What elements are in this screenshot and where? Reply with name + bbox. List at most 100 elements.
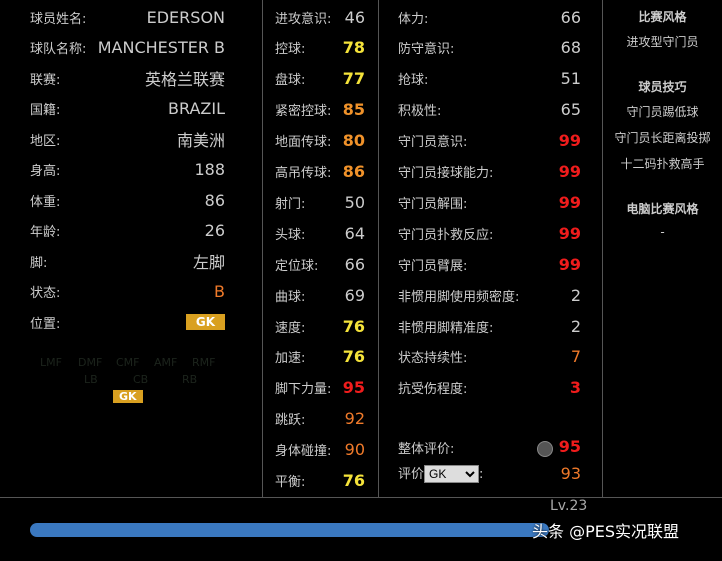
info-value: 86	[204, 190, 225, 210]
stat-label: 地面传球:	[275, 135, 332, 151]
info-label: 国籍:	[30, 103, 61, 118]
stat-row: 射门: 50	[263, 192, 378, 212]
stat-row: 身体碰撞: 90	[263, 440, 378, 460]
stat-row: 积极性: 65	[378, 100, 602, 120]
skill-item: 守门员踢低球	[626, 105, 699, 119]
stat-label: 守门员意识:	[398, 135, 468, 151]
play-style: 进攻型守门员	[626, 35, 699, 49]
stat-label: 非惯用脚使用频密度:	[398, 289, 520, 305]
info-value: 英格兰联赛	[144, 70, 225, 89]
stat-label: 跳跃:	[275, 413, 306, 429]
position-label: CB	[133, 373, 149, 386]
stat-value: 69	[344, 285, 365, 305]
info-row: 体重: 86	[0, 190, 261, 210]
stat-row: 非惯用脚精准度: 2	[378, 316, 602, 336]
info-label: 年龄:	[30, 225, 61, 240]
skills-title: 球员技巧	[638, 80, 687, 94]
stat-row: 控球: 78	[263, 38, 378, 58]
stat-value: 2	[570, 285, 581, 305]
stat-row: 盘球: 77	[263, 69, 378, 89]
stat-row: 进攻意识: 46	[263, 7, 378, 27]
stat-value: 68	[560, 38, 581, 58]
stat-row: 平衡: 76	[263, 471, 378, 491]
com-style-title: 电脑比赛风格	[626, 202, 699, 216]
stat-row: 定位球: 66	[263, 254, 378, 274]
info-value: EDERSON	[146, 7, 225, 27]
info-row: 脚: 左脚	[0, 251, 261, 272]
stat-label: 积极性:	[398, 104, 442, 120]
stat-value: 99	[558, 162, 581, 181]
stat-row: 状态持续性: 7	[378, 347, 602, 367]
stat-label: 速度:	[275, 320, 306, 336]
stat-row: 守门员臂展: 99	[378, 254, 602, 274]
stat-value: 51	[560, 69, 581, 89]
info-label: 联赛:	[30, 72, 61, 88]
stat-label: 射门:	[275, 196, 306, 212]
info-row: 地区: 南美洲	[0, 129, 261, 150]
stat-row: 守门员解围: 99	[378, 192, 602, 212]
stat-value: 2	[570, 316, 581, 336]
position-label: RB	[182, 373, 198, 386]
stat-value: 99	[558, 131, 581, 151]
stat-row: 加速: 76	[263, 347, 378, 367]
stat-row: 地面传球: 80	[263, 131, 378, 151]
stat-label: 抗受伤程度:	[398, 382, 468, 398]
info-row: 球员姓名: EDERSON	[0, 7, 261, 27]
stat-row: 守门员接球能力: 99	[378, 162, 602, 182]
info-value: 南美洲	[176, 131, 225, 150]
info-value: 26	[204, 221, 225, 240]
position-label: LB	[84, 373, 98, 386]
stat-value: 92	[344, 409, 365, 429]
position-label: AMF	[154, 356, 178, 369]
stat-row: 脚下力量: 95	[263, 378, 378, 398]
info-value: 188	[194, 160, 225, 179]
overall-rating: 整体评价: 95	[398, 437, 581, 457]
stat-label: 盘球:	[275, 73, 306, 89]
stat-label: 守门员扑救反应:	[398, 227, 494, 243]
position-label: RMF	[192, 356, 216, 369]
stat-row: 速度: 76	[263, 316, 378, 336]
stat-row: 防守意识: 68	[378, 38, 602, 58]
info-label: 地区:	[30, 133, 61, 149]
stat-value: 86	[342, 162, 365, 181]
stat-label: 抢球:	[398, 73, 429, 89]
watermark: 头条 @PES实况联盟	[532, 522, 680, 541]
stat-row: 抢球: 51	[378, 69, 602, 89]
stat-value: 90	[344, 440, 365, 460]
stat-label: 控球:	[275, 42, 306, 58]
stat-label: 加速:	[275, 351, 306, 367]
stat-label: 脚下力量:	[275, 382, 332, 398]
stat-value: 3	[569, 378, 581, 398]
stat-value: 7	[570, 347, 581, 367]
skills-panel: 比赛风格 进攻型守门员 球员技巧 守门员踢低球 守门员长距离投掷 十二码扑救高手…	[603, 0, 722, 497]
stat-label: 守门员解围:	[398, 196, 468, 212]
stat-row: 守门员扑救反应: 99	[378, 223, 602, 243]
position-select[interactable]: GK	[424, 465, 480, 483]
stat-label: 守门员接球能力:	[398, 166, 494, 181]
stat-row: 跳跃: 92	[263, 409, 378, 429]
stat-value: 99	[558, 254, 581, 274]
stat-label: 高吊传球:	[275, 166, 332, 181]
position-label: DMF	[78, 356, 103, 369]
stat-label: 平衡:	[275, 475, 306, 490]
stat-value: 99	[558, 192, 581, 212]
position-badge: GK	[185, 314, 225, 330]
style-title: 比赛风格	[638, 10, 687, 24]
stat-row: 抗受伤程度: 3	[378, 378, 602, 398]
skill-item: 守门员长距离投掷	[614, 131, 711, 145]
stat-value: 80	[342, 131, 365, 151]
info-label: 球队名称:	[30, 42, 87, 57]
stat-label: 状态持续性:	[398, 351, 468, 367]
stat-value: 77	[342, 69, 365, 89]
stats-panel-2: 整体评价: 95 评价 GK: 93 体力: 66 防守意识: 68 抢球: 51 积极性: 6…	[378, 0, 603, 497]
info-row: 年龄: 26	[0, 221, 261, 241]
stat-label: 定位球:	[275, 258, 319, 274]
position-label: LMF	[40, 356, 62, 369]
info-label: 位置:	[30, 316, 61, 332]
stat-value: 76	[342, 316, 365, 336]
stat-label: 非惯用脚精准度:	[398, 320, 494, 336]
info-row: 身高: 188	[0, 160, 261, 180]
stat-value: 99	[558, 223, 581, 243]
stats-panel-1: 进攻意识: 46 控球: 78 盘球: 77 紧密控球: 85 地面传球: 80 高吊传球: 86 射门…	[262, 0, 379, 497]
stat-value: 66	[344, 254, 365, 274]
